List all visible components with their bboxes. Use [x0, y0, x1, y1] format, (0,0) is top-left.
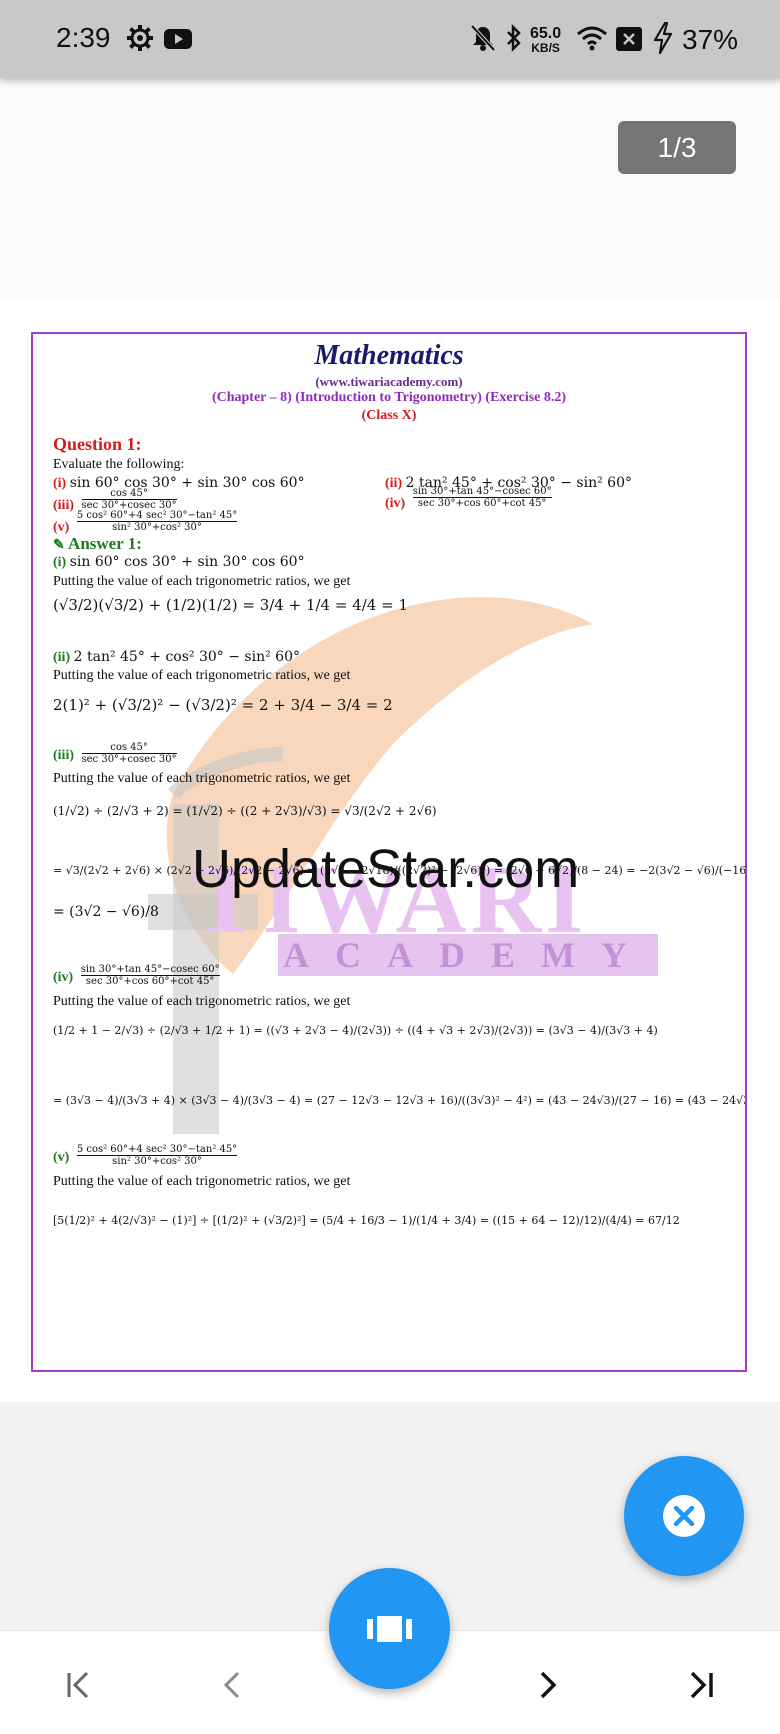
solution-i-text: Putting the value of each trigonometric … — [53, 574, 351, 589]
solution-iii-heading: (iii) cos 45° sec 30°+cosec 30° — [53, 742, 177, 765]
solution-ii-result: 2(1)² + (√3/2)² − (√3/2)² = 2 + 3/4 − 3/… — [53, 696, 393, 714]
last-page-icon — [690, 1671, 713, 1699]
question-text: Evaluate the following: — [53, 457, 185, 472]
doc-title: Mathematics — [314, 340, 464, 371]
answer-title-text: Answer 1: — [68, 534, 142, 553]
status-bar: 2:39 65.0 KB/S 37% — [0, 0, 780, 78]
first-page-button[interactable] — [48, 1655, 108, 1715]
overlay-watermark: UpdateStar.com — [192, 839, 580, 899]
fraction-denominator: sec 30°+cos 60°+cot 45° — [85, 976, 215, 987]
answer-title: ✎ Answer 1: — [53, 534, 142, 554]
doc-class: (Class X) — [361, 408, 417, 423]
part-label: (v) — [53, 1150, 70, 1165]
part-label: (iii) — [53, 748, 74, 763]
no-sim-icon — [616, 27, 642, 55]
network-speed-unit: KB/S — [531, 41, 560, 55]
bolt-icon — [652, 21, 674, 58]
question-part-iii: (iii) cos 45° sec 30°+cosec 30° — [53, 488, 177, 513]
last-page-button[interactable] — [671, 1655, 731, 1715]
part-label: (v) — [53, 520, 70, 535]
page-view-button[interactable] — [329, 1568, 450, 1689]
close-icon — [663, 1495, 705, 1537]
part-expression: sin 60° cos 30° + sin 30° cos 60° — [69, 554, 305, 570]
next-page-button[interactable] — [517, 1655, 577, 1715]
fraction-denominator: sec 30°+cosec 30° — [81, 754, 177, 765]
battery-percent: 37% — [682, 24, 739, 55]
part-label: (i) — [53, 555, 67, 570]
fraction-denominator: sec 30°+cos 60°+cot 45° — [417, 498, 547, 509]
fraction-numerator: cos 45° — [81, 742, 177, 754]
doc-chapter: (Chapter – 8) (Introduction to Trigonome… — [211, 390, 567, 405]
solution-iii-text: Putting the value of each trigonometric … — [53, 771, 351, 786]
solution-iv-step1: (1/2 + 1 − 2/√3) ÷ (2/√3 + 1/2 + 1) = ((… — [53, 1024, 658, 1037]
solution-ii-text: Putting the value of each trigonometric … — [53, 668, 351, 683]
first-page-icon — [67, 1671, 89, 1699]
solution-iii-step1: (1/√2) ÷ (2/√3 + 2) = (1/√2) ÷ ((2 + 2√3… — [53, 804, 437, 818]
close-button[interactable] — [624, 1456, 744, 1576]
page-indicator: 1/3 — [618, 121, 736, 174]
fraction-denominator: sin² 30°+cos² 30° — [112, 522, 202, 533]
solution-iv-step2: = (3√3 − 4)/(3√3 + 4) × (3√3 − 4)/(3√3 −… — [53, 1094, 747, 1107]
pencil-icon: ✎ — [53, 538, 65, 553]
solution-v-heading: (v) 5 cos² 60°+4 sec² 30°−tan² 45° sin² … — [53, 1144, 238, 1167]
solution-ii-heading: (ii) 2 tan² 45° + cos² 30° − sin² 60° — [53, 649, 300, 666]
doc-website: (www.tiwariacademy.com) — [315, 374, 463, 389]
solution-i-result: (√3/2)(√3/2) + (1/2)(1/2) = 3/4 + 1/4 = … — [53, 596, 408, 614]
status-time: 2:39 — [56, 22, 111, 53]
part-label: (iv) — [385, 496, 406, 511]
fraction-denominator: sin² 30°+cos² 30° — [112, 1156, 202, 1167]
solution-iii-step3: = (3√2 − √6)/8 — [53, 904, 159, 920]
part-label: (iv) — [53, 970, 74, 985]
solution-v-text: Putting the value of each trigonometric … — [53, 1174, 351, 1189]
fraction-numerator: 5 cos² 60°+4 sec² 30°−tan² 45° — [76, 510, 238, 522]
viewer-top-area — [0, 78, 780, 300]
fraction-numerator: sin 30°+tan 45°−cosec 60° — [412, 486, 552, 498]
previous-page-button[interactable] — [203, 1655, 263, 1715]
fraction-numerator: sin 30°+tan 45°−cosec 60° — [80, 964, 220, 976]
question-title: Question 1: — [53, 434, 142, 454]
solution-v-result: [5(1/2)² + 4(2/√3)² − (1)²] ÷ [(1/2)² + … — [53, 1214, 680, 1227]
previous-page-icon — [223, 1671, 240, 1699]
network-speed-value: 65.0 — [530, 25, 562, 42]
watermark-subtext: ACADEMY — [278, 934, 658, 976]
bluetooth-icon — [505, 23, 523, 56]
gear-icon — [126, 24, 154, 56]
wifi-icon — [576, 24, 608, 56]
part-expression: 2 tan² 45° + cos² 30° − sin² 60° — [73, 649, 300, 665]
solution-i-heading: (i) sin 60° cos 30° + sin 30° cos 60° — [53, 554, 305, 571]
bell-off-icon — [470, 24, 496, 56]
youtube-icon — [164, 29, 192, 53]
fraction-numerator: 5 cos² 60°+4 sec² 30°−tan² 45° — [76, 1144, 238, 1156]
page-view-icon — [367, 1616, 412, 1642]
fraction-numerator: cos 45° — [81, 488, 177, 500]
question-part-v: (v) 5 cos² 60°+4 sec² 30°−tan² 45° sin² … — [53, 510, 238, 535]
next-page-icon — [540, 1671, 557, 1699]
solution-iv-text: Putting the value of each trigonometric … — [53, 994, 351, 1009]
solution-iv-heading: (iv) sin 30°+tan 45°−cosec 60° sec 30°+c… — [53, 964, 220, 987]
question-part-iv: (iv) sin 30°+tan 45°−cosec 60° sec 30°+c… — [385, 486, 552, 511]
network-speed: 65.0 KB/S — [530, 26, 561, 56]
part-label: (ii) — [53, 650, 71, 665]
